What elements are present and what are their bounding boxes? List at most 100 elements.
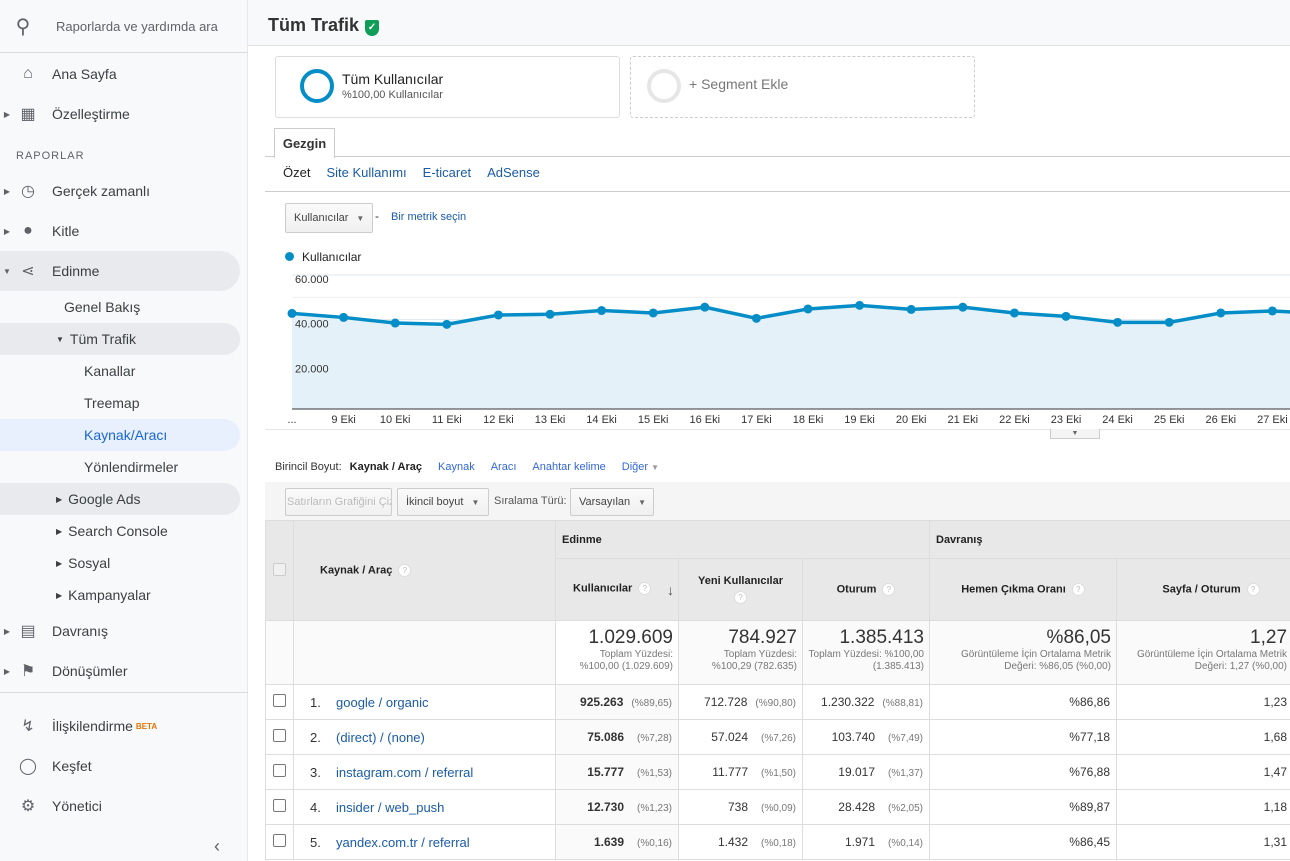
- data-point[interactable]: [493, 310, 503, 320]
- search-input[interactable]: Raporlarda ve yardımda ara: [56, 19, 218, 34]
- tab-explorer[interactable]: Gezgin: [274, 128, 335, 158]
- col-pages-per-session[interactable]: Sayfa / Oturum?: [1115, 558, 1290, 621]
- nav-campaigns[interactable]: ▶ Kampanyalar: [0, 579, 240, 611]
- sort-type-dropdown[interactable]: Varsayılan ▼: [570, 488, 654, 516]
- nav-discover[interactable]: ◯ Keşfet: [0, 746, 240, 786]
- row-checkbox[interactable]: [273, 729, 286, 742]
- dim-link[interactable]: instagram.com / referral: [336, 765, 473, 780]
- add-segment-button[interactable]: + Segment Ekle: [630, 56, 975, 118]
- new-users-cell: 738 (%0,09): [678, 789, 803, 825]
- nav-label: İlişkilendirme: [52, 718, 133, 734]
- sort-value: Varsayılan: [579, 496, 631, 508]
- nav-home[interactable]: ⌂ Ana Sayfa: [0, 54, 240, 94]
- total-note: Toplam Yüzdesi: %100,00 (1.029.609): [579, 649, 673, 672]
- data-point[interactable]: [597, 306, 607, 316]
- nav-customization[interactable]: ▶ ▦ Özelleştirme: [0, 94, 240, 134]
- dim-header-label[interactable]: Kaynak / Araç: [320, 564, 392, 576]
- search-bar[interactable]: ⚲ Raporlarda ve yardımda ara: [0, 0, 247, 53]
- nav-acquisition[interactable]: ▼ ⋖ Edinme: [0, 251, 240, 291]
- nav-attribution[interactable]: ↯ İlişkilendirme BETA: [0, 706, 240, 746]
- dim-link[interactable]: (direct) / (none): [336, 730, 425, 745]
- nav-referrals[interactable]: Yönlendirmeler: [0, 451, 240, 483]
- row-checkbox[interactable]: [273, 834, 286, 847]
- col-sessions[interactable]: Oturum?: [802, 558, 930, 621]
- subtab-adsense[interactable]: AdSense: [487, 165, 540, 180]
- nav-behavior[interactable]: ▶ ▤ Davranış: [0, 611, 240, 651]
- nav-search-console[interactable]: ▶ Search Console: [0, 515, 240, 547]
- dimension-other[interactable]: Diğer ▼: [622, 461, 659, 473]
- col-new-users[interactable]: Yeni Kullanıcılar?: [678, 558, 803, 621]
- secondary-dimension-dropdown[interactable]: İkincil boyut ▼: [397, 488, 489, 516]
- data-point[interactable]: [1164, 317, 1174, 327]
- x-tick-label: 10 Eki: [380, 414, 411, 426]
- nav-overview[interactable]: Genel Bakış: [0, 291, 240, 323]
- data-point[interactable]: [958, 302, 968, 312]
- dim-link[interactable]: google / organic: [336, 695, 429, 710]
- data-point[interactable]: [803, 304, 813, 314]
- collapse-sidebar-icon[interactable]: ‹: [214, 836, 220, 857]
- segment-all-users[interactable]: Tüm Kullanıcılar %100,00 Kullanıcılar: [275, 56, 620, 118]
- data-point[interactable]: [442, 319, 452, 329]
- x-tick-label: 23 Eki: [1051, 414, 1082, 426]
- data-point[interactable]: [751, 313, 761, 323]
- data-point[interactable]: [700, 302, 710, 312]
- select-all-checkbox[interactable]: [273, 562, 286, 576]
- dimension-source[interactable]: Kaynak: [438, 461, 475, 473]
- data-point[interactable]: [1061, 311, 1071, 321]
- data-point[interactable]: [1267, 306, 1277, 316]
- nav-label: Keşfet: [52, 758, 92, 774]
- dimension-keyword[interactable]: Anahtar kelime: [532, 461, 605, 473]
- nav-all-traffic[interactable]: ▼ Tüm Trafik: [0, 323, 240, 355]
- metric-dropdown[interactable]: Kullanıcılar ▼: [285, 203, 374, 233]
- nav-treemap[interactable]: Treemap: [0, 387, 240, 419]
- search-icon: ⚲: [15, 15, 31, 38]
- nav-realtime[interactable]: ▶ ◷ Gerçek zamanlı: [0, 171, 240, 211]
- page-title: Tüm Trafik ✓: [268, 15, 380, 36]
- data-point[interactable]: [648, 308, 658, 318]
- dimension-medium[interactable]: Aracı: [491, 461, 517, 473]
- nav-google-ads[interactable]: ▶ Google Ads: [0, 483, 240, 515]
- nav-source-medium[interactable]: Kaynak/Aracı: [0, 419, 240, 451]
- subtab-site-usage[interactable]: Site Kullanımı: [326, 165, 406, 180]
- expand-chart-toggle[interactable]: ▼: [1050, 429, 1100, 439]
- help-icon[interactable]: ?: [882, 583, 896, 596]
- data-point[interactable]: [906, 304, 916, 314]
- nav-label: Tüm Trafik: [69, 331, 137, 347]
- data-point[interactable]: [287, 308, 297, 318]
- help-icon[interactable]: ?: [1246, 583, 1260, 596]
- data-point[interactable]: [390, 318, 400, 328]
- col-bounce-rate[interactable]: Hemen Çıkma Oranı?: [929, 558, 1117, 621]
- plot-rows-button[interactable]: Satırların Grafiğini Çiz: [285, 488, 392, 516]
- col-users[interactable]: Kullanıcılar? ↓: [555, 558, 679, 621]
- dim-link[interactable]: insider / web_push: [336, 800, 444, 815]
- help-icon[interactable]: ?: [638, 581, 652, 595]
- row-checkbox[interactable]: [273, 694, 286, 707]
- nav-label: Dönüşümler: [52, 663, 128, 679]
- dim-link[interactable]: yandex.com.tr / referral: [336, 835, 470, 850]
- pick-metric-link[interactable]: Bir metrik seçin: [391, 211, 466, 223]
- y-tick-label: 40.000: [295, 319, 329, 331]
- subtab-summary[interactable]: Özet: [283, 165, 310, 180]
- nav-audience[interactable]: ▶ ● Kitle: [0, 211, 240, 251]
- nav-conversions[interactable]: ▶ ⚑ Dönüşümler: [0, 651, 240, 691]
- help-icon[interactable]: ?: [1071, 583, 1085, 596]
- row-checkbox-cell: [265, 684, 294, 720]
- x-tick-label: 17 Eki: [741, 414, 772, 426]
- nav-social[interactable]: ▶ Sosyal: [0, 547, 240, 579]
- nav-admin[interactable]: ⚙ Yönetici: [0, 786, 240, 826]
- data-point[interactable]: [1216, 308, 1226, 318]
- dim-header: Kaynak / Araç?: [293, 520, 556, 621]
- help-icon[interactable]: ?: [734, 591, 747, 604]
- nav-channels[interactable]: Kanallar: [0, 355, 240, 387]
- x-tick-label: 18 Eki: [793, 414, 824, 426]
- data-point[interactable]: [339, 312, 349, 322]
- row-checkbox[interactable]: [273, 764, 286, 777]
- data-point[interactable]: [1113, 317, 1123, 327]
- subtab-ecommerce[interactable]: E-ticaret: [423, 165, 471, 180]
- data-point[interactable]: [1009, 308, 1019, 318]
- help-icon[interactable]: ?: [398, 564, 412, 577]
- data-point[interactable]: [855, 300, 865, 310]
- dropdown-arrow-icon: ▼: [651, 463, 660, 472]
- row-checkbox[interactable]: [273, 799, 286, 812]
- data-point[interactable]: [545, 309, 555, 319]
